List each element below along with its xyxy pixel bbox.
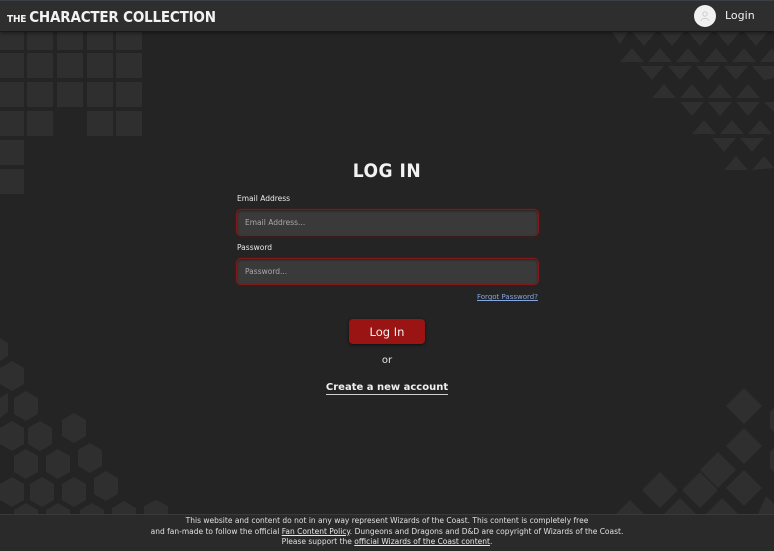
official-wotc-content-link[interactable]: official Wizards of the Coast content	[354, 537, 490, 546]
site-logo[interactable]: THE CHARACTER COLLECTION	[7, 7, 216, 26]
triangle-tile-pattern	[612, 32, 774, 170]
footer-line-2: and fan-made to follow the official Fan …	[0, 527, 774, 538]
fan-content-policy-link[interactable]: Fan Content Policy	[282, 527, 350, 536]
password-field[interactable]	[236, 258, 539, 285]
page-title: LOG IN	[352, 160, 422, 182]
top-navigation-bar: THE CHARACTER COLLECTION Login	[0, 0, 774, 31]
user-avatar-icon[interactable]	[694, 5, 716, 27]
email-label: Email Address	[237, 194, 291, 203]
user-icon	[700, 11, 710, 22]
create-account-container: Create a new account	[0, 375, 774, 395]
email-field[interactable]	[236, 209, 539, 236]
password-label: Password	[237, 243, 273, 252]
footer-line-3: Please support the official Wizards of t…	[0, 537, 774, 548]
diamond-tile-pattern	[616, 388, 774, 514]
footer-line-2-suffix: . Dungeons and Dragons and D&D are copyr…	[349, 526, 624, 536]
footer-line-2-prefix: and fan-made to follow the official	[150, 526, 282, 536]
footer-disclaimer: This website and content do not in any w…	[0, 514, 774, 551]
or-separator: or	[381, 355, 393, 366]
footer-line-3-prefix: Please support the	[281, 537, 355, 546]
brand-name: CHARACTER COLLECTION	[29, 8, 216, 26]
header-login-link[interactable]: Login	[725, 9, 755, 22]
footer-line-1: This website and content do not in any w…	[185, 516, 589, 525]
login-button[interactable]: Log In	[349, 319, 425, 344]
footer-line-3-suffix: .	[489, 537, 493, 546]
forgot-password-link[interactable]: Forgot Password?	[477, 293, 538, 301]
create-account-link[interactable]: Create a new account	[325, 382, 449, 395]
brand-prefix: THE	[7, 14, 27, 25]
